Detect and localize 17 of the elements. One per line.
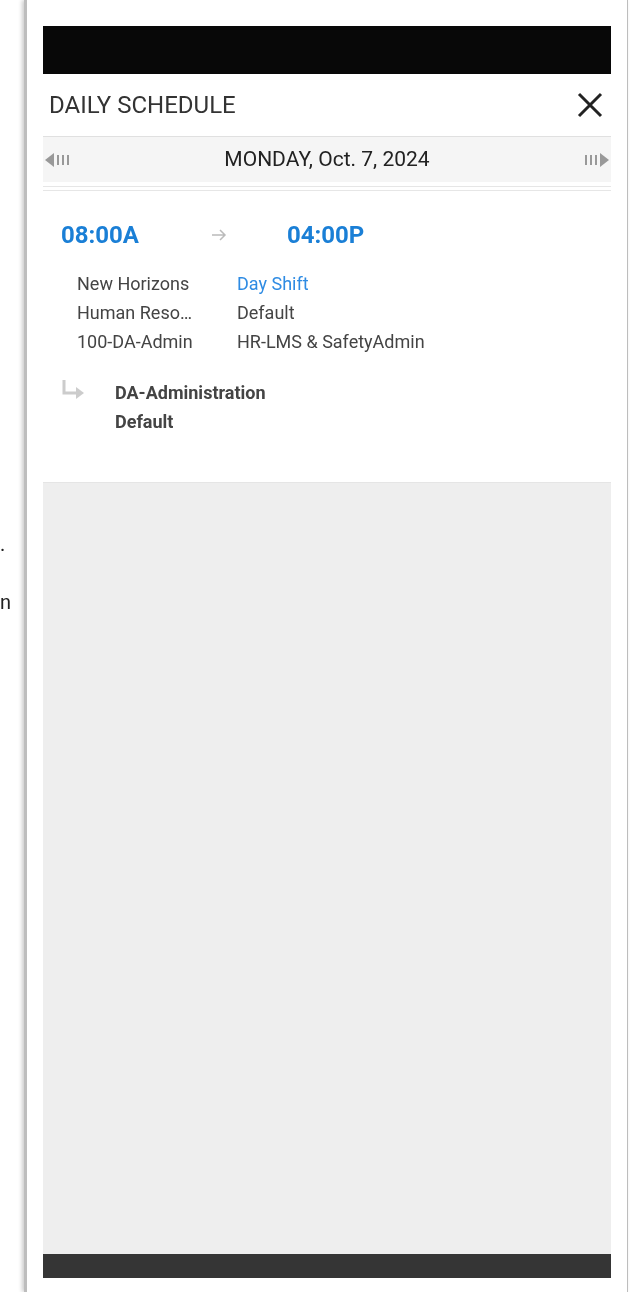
schedule-date: MONDAY, Oct. 7, 2024	[224, 145, 430, 173]
detail-text: Human Reso…	[77, 301, 193, 325]
end-time: 04:00P	[287, 220, 365, 251]
detail-text: Default	[237, 301, 296, 325]
dialog-title: DAILY SCHEDULE	[49, 90, 236, 121]
shift-link[interactable]: Day Shift	[237, 269, 593, 298]
transfer-text: Default	[115, 410, 175, 434]
detail-text: 100-DA-Admin	[77, 330, 194, 354]
cut-off-text: .	[0, 532, 6, 556]
arrow-icon	[211, 228, 227, 242]
start-time: 08:00A	[61, 220, 140, 251]
cut-off-text: n	[0, 590, 12, 614]
detail-text: HR-LMS & SafetyAdmin	[237, 330, 426, 354]
detail-text: New Horizons	[77, 272, 191, 296]
turn-arrow-icon	[61, 380, 85, 402]
transfer-text: DA-Administration	[115, 381, 266, 405]
close-button[interactable]	[575, 90, 605, 120]
